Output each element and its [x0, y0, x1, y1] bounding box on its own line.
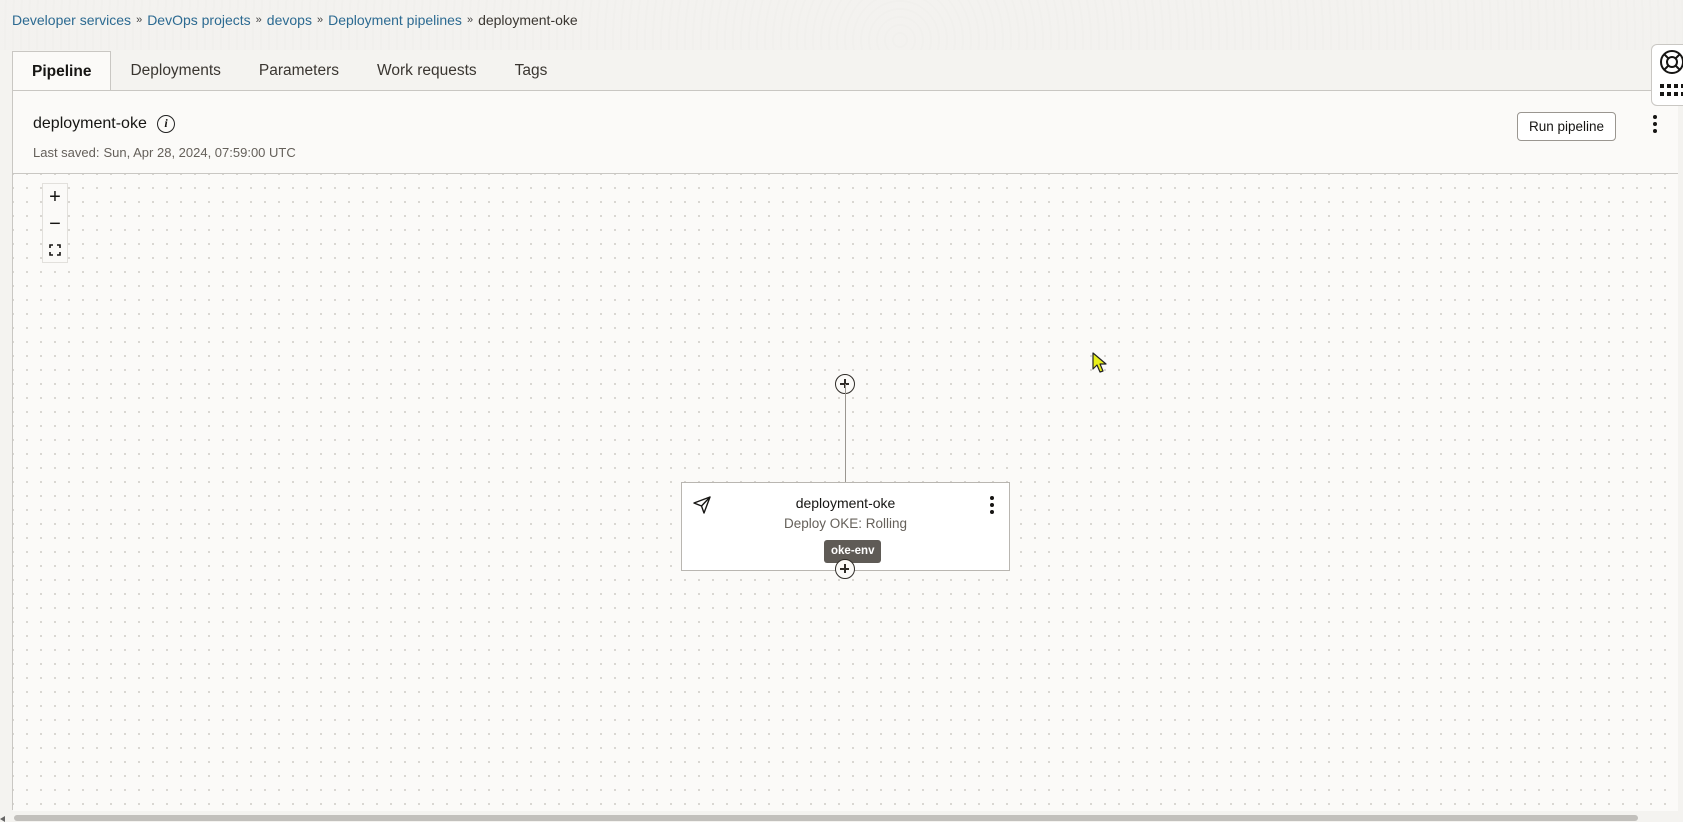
breadcrumb: Developer services » DevOps projects » d… [12, 12, 578, 28]
zoom-controls: + − [42, 183, 68, 263]
last-saved: Last saved: Sun, Apr 28, 2024, 07:59:00 U… [33, 145, 296, 160]
tab-pipeline[interactable]: Pipeline [12, 51, 112, 92]
run-pipeline-button[interactable]: Run pipeline [1517, 112, 1616, 141]
environment-badge: oke-env [824, 540, 882, 563]
breadcrumb-devops-projects[interactable]: DevOps projects [147, 12, 250, 28]
breadcrumb-devops[interactable]: devops [267, 12, 312, 28]
pipeline-canvas[interactable]: + − deployment-oke Deploy OKE: Rolling o… [13, 174, 1678, 811]
scroll-left-arrow-icon[interactable] [0, 816, 5, 822]
stage-more-vertical-icon[interactable] [987, 496, 997, 518]
breadcrumb-separator-icon: » [255, 14, 262, 26]
add-stage-icon[interactable] [835, 559, 855, 579]
pipeline-panel: deployment-oke i Last saved: Sun, Apr 28,… [12, 90, 1678, 811]
tab-work-requests[interactable]: Work requests [358, 51, 496, 90]
help-side-tab[interactable] [1651, 44, 1683, 106]
breadcrumb-separator-icon: » [466, 14, 474, 26]
stage-type: Deploy OKE: Rolling [783, 516, 908, 531]
help-lifebuoy-icon[interactable] [1659, 49, 1683, 75]
zoom-in-icon[interactable]: + [43, 184, 67, 211]
stage-card[interactable]: deployment-oke Deploy OKE: Rolling oke-e… [681, 482, 1010, 571]
zoom-out-icon[interactable]: − [43, 211, 67, 238]
mouse-cursor-icon [1092, 352, 1107, 373]
tab-deployments[interactable]: Deployments [111, 51, 239, 90]
breadcrumb-separator-icon: » [136, 14, 143, 26]
breadcrumb-deployment-pipelines[interactable]: Deployment pipelines [328, 12, 462, 28]
apps-grid-icon[interactable] [1660, 84, 1683, 100]
tab-tags[interactable]: Tags [496, 51, 567, 90]
tab-bar: Pipeline Deployments Parameters Work req… [12, 51, 567, 92]
stage-name: deployment-oke [795, 495, 896, 511]
tab-parameters[interactable]: Parameters [240, 51, 358, 90]
last-saved-label: Last saved: [33, 145, 100, 160]
breadcrumb-separator-icon: » [316, 14, 324, 26]
stage-connector [845, 384, 846, 482]
pipeline-header: deployment-oke i Last saved: Sun, Apr 28,… [13, 91, 1678, 174]
horizontal-scrollbar[interactable] [14, 815, 1638, 821]
last-saved-value: Sun, Apr 28, 2024, 07:59:00 UTC [103, 145, 296, 160]
breadcrumb-developer-services[interactable]: Developer services [12, 12, 131, 28]
more-vertical-icon[interactable] [1649, 115, 1661, 139]
fit-screen-icon[interactable] [43, 238, 67, 262]
breadcrumb-current: deployment-oke [478, 12, 578, 28]
info-icon[interactable]: i [157, 115, 175, 133]
page-title: deployment-oke [33, 115, 147, 132]
